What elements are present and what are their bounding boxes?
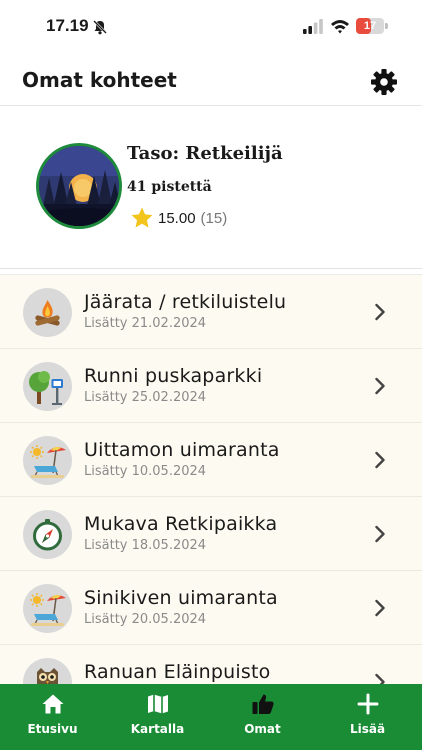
tab-etusivu[interactable]: Etusivu	[0, 684, 105, 750]
tree-parking-icon	[23, 362, 72, 411]
item-date: Lisätty 21.02.2024	[84, 316, 207, 331]
tab-label: Lisää	[349, 722, 386, 736]
beach-icon	[23, 584, 72, 633]
compass-icon	[23, 510, 72, 559]
list-item[interactable]: Ranuan Eläinpuisto	[0, 645, 422, 684]
item-date: Lisätty 20.05.2024	[84, 612, 207, 627]
chevron-right-icon	[375, 673, 385, 684]
item-title: Ranuan Eläinpuisto	[84, 661, 271, 683]
list-item[interactable]: Mukava Retkipaikka Lisätty 18.05.2024	[0, 497, 422, 571]
gear-icon[interactable]	[370, 68, 398, 96]
tab-lisaa[interactable]: Lisää	[315, 684, 420, 750]
bell-off-icon	[93, 20, 107, 35]
places-list: Jäärata / retkiluistelu Lisätty 21.02.20…	[0, 274, 422, 684]
owl-icon	[23, 658, 72, 684]
battery-level-text: 17	[363, 20, 377, 32]
chevron-right-icon	[375, 451, 385, 469]
profile-level: Taso: Retkeilijä	[127, 143, 283, 164]
chevron-right-icon	[375, 303, 385, 321]
plus-icon	[357, 693, 378, 715]
item-title: Sinikiven uimaranta	[84, 587, 278, 609]
tab-bar: Etusivu Kartalla Omat Lisää	[0, 684, 422, 750]
tab-omat[interactable]: Omat	[210, 684, 315, 750]
battery-icon: 17	[356, 18, 388, 34]
app-header: Omat kohteet	[0, 56, 422, 106]
thumbs-up-icon	[252, 694, 274, 714]
forest-sunset-avatar	[39, 146, 119, 226]
chevron-right-icon	[375, 525, 385, 543]
item-title: Uittamon uimaranta	[84, 439, 280, 461]
profile-points: 41 pistettä	[127, 179, 212, 195]
item-title: Jäärata / retkiluistelu	[84, 291, 287, 313]
rating-value: 15.00	[158, 209, 196, 227]
star-icon	[131, 207, 153, 228]
signal-icon	[303, 19, 323, 34]
beach-icon	[23, 436, 72, 485]
profile-card: Taso: Retkeilijä 41 pistettä 15.00 (15)	[0, 107, 422, 269]
item-title: Runni puskaparkki	[84, 365, 263, 387]
item-title: Mukava Retkipaikka	[84, 513, 278, 535]
profile-rating: 15.00 (15)	[130, 206, 227, 230]
tab-kartalla[interactable]: Kartalla	[105, 684, 210, 750]
page-title: Omat kohteet	[22, 68, 177, 92]
status-bar: 17.19 17	[0, 0, 422, 56]
home-icon	[42, 694, 63, 714]
chevron-right-icon	[375, 377, 385, 395]
rating-count: (15)	[200, 209, 228, 227]
list-item[interactable]: Runni puskaparkki Lisätty 25.02.2024	[0, 349, 422, 423]
profile-avatar	[36, 143, 122, 229]
list-item[interactable]: Uittamon uimaranta Lisätty 10.05.2024	[0, 423, 422, 497]
tab-label: Omat	[244, 722, 281, 736]
map-icon	[147, 694, 168, 714]
list-item[interactable]: Jäärata / retkiluistelu Lisätty 21.02.20…	[0, 275, 422, 349]
campfire-icon	[23, 288, 72, 337]
tab-label: Etusivu	[27, 722, 78, 736]
list-item[interactable]: Sinikiven uimaranta Lisätty 20.05.2024	[0, 571, 422, 645]
item-date: Lisätty 18.05.2024	[84, 538, 207, 553]
item-date: Lisätty 10.05.2024	[84, 464, 207, 479]
tab-label: Kartalla	[130, 722, 185, 736]
status-time: 17.19	[46, 16, 89, 35]
item-date: Lisätty 25.02.2024	[84, 390, 207, 405]
wifi-icon	[331, 20, 349, 34]
chevron-right-icon	[375, 599, 385, 617]
